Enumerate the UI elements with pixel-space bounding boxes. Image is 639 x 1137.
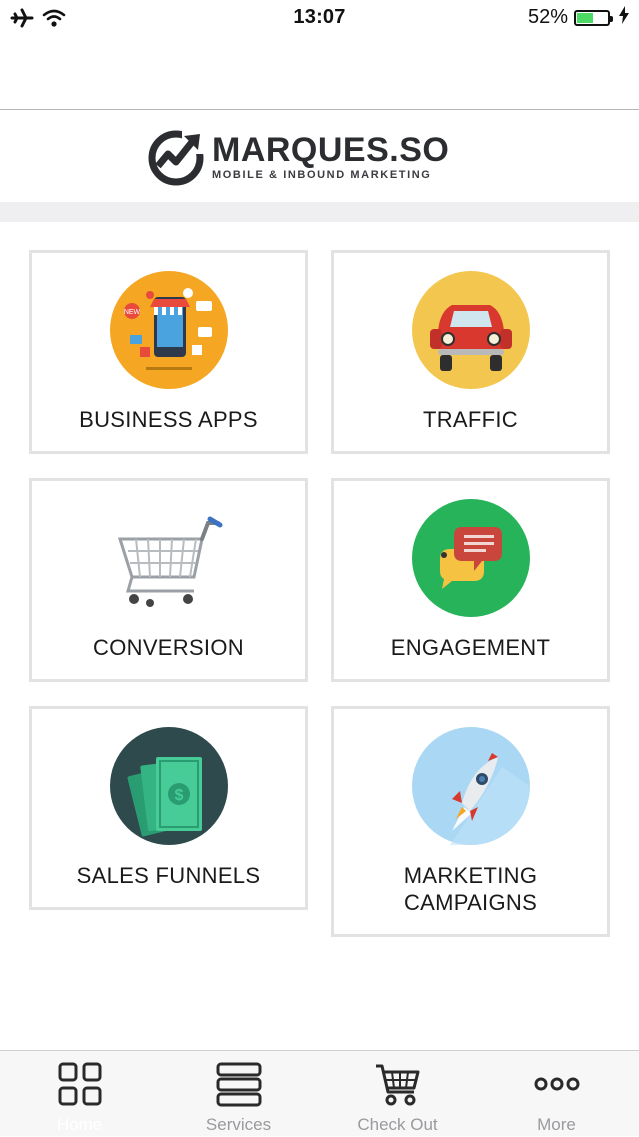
tile-label: SALES FUNNELS	[76, 863, 261, 888]
business-apps-icon: NEW	[109, 271, 228, 389]
tile-label: CONVERSION	[93, 635, 244, 660]
shopping-cart-icon	[117, 516, 222, 607]
tab-label: Home	[56, 1115, 103, 1134]
charging-icon	[619, 6, 629, 29]
tile-label: TRAFFIC	[423, 407, 518, 432]
logo-mark-icon	[148, 130, 208, 186]
tile-traffic[interactable]: TRAFFIC	[331, 250, 610, 454]
tab-label: More	[537, 1115, 576, 1134]
cart-icon	[375, 1064, 419, 1106]
status-bar: 13:07 52%	[0, 0, 639, 36]
tab-check-out[interactable]: Check Out	[318, 1051, 477, 1137]
stack-icon	[216, 1062, 261, 1107]
tile-label: ENGAGEMENT	[390, 635, 551, 660]
tile-label: MARKETING CAMPAIGNS	[403, 863, 538, 915]
tab-services[interactable]: Services	[159, 1051, 318, 1137]
battery-percent: 52%	[527, 6, 568, 28]
logo-area: MARQUES.SO MOBILE & INBOUND MARKETING	[0, 110, 639, 202]
tab-bar: Home Services Check Out More	[0, 1050, 639, 1136]
tab-label: Check Out	[357, 1115, 438, 1134]
logo-tagline: MOBILE & INBOUND MARKETING	[212, 169, 432, 181]
logo-text: MARQUES.SO MOBILE & INBOUND MARKETING	[212, 133, 449, 181]
tile-conversion[interactable]: CONVERSION	[29, 478, 308, 682]
tile-engagement[interactable]: ENGAGEMENT	[331, 478, 610, 682]
logo: MARQUES.SO MOBILE & INBOUND MARKETING	[146, 124, 449, 190]
tab-more[interactable]: More	[477, 1051, 636, 1137]
tile-marketing-campaigns[interactable]: MARKETING CAMPAIGNS	[331, 706, 610, 937]
grid-icon	[58, 1062, 101, 1106]
more-dots-icon	[534, 1077, 579, 1091]
tile-label: BUSINESS APPS	[79, 407, 258, 432]
tab-home[interactable]: Home	[0, 1051, 159, 1137]
chat-bubbles-icon	[411, 499, 530, 617]
rocket-icon	[411, 727, 530, 845]
status-right: 52%	[528, 6, 629, 29]
tile-sales-funnels[interactable]: $ SALES FUNNELS	[29, 706, 308, 910]
header-divider-band	[0, 202, 639, 222]
svg-text:NEW: NEW	[123, 309, 140, 316]
svg-text:$: $	[174, 787, 183, 804]
car-icon	[411, 271, 530, 389]
tile-business-apps[interactable]: NEW BUSINESS APPS	[29, 250, 308, 454]
navigation-bar	[0, 36, 639, 110]
battery-fill	[577, 12, 593, 23]
battery-icon	[574, 9, 613, 26]
tab-label: Services	[205, 1115, 272, 1134]
logo-brand: MARQUES.SO	[212, 131, 450, 169]
money-icon: $	[109, 727, 228, 845]
